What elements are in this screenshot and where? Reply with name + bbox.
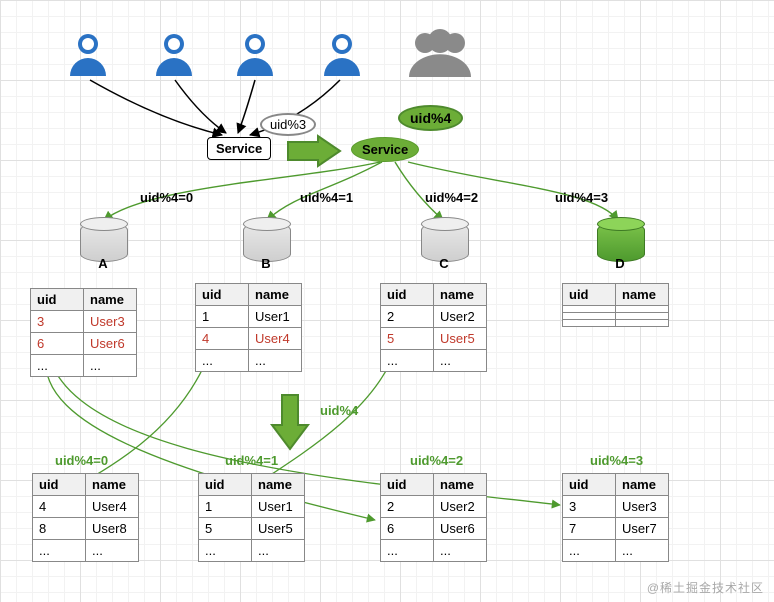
- db-b-label: B: [243, 256, 289, 271]
- col-uid: uid: [563, 284, 616, 306]
- edge-uid4-2: uid%4=2: [425, 190, 478, 205]
- table-row: 2User2: [381, 306, 487, 328]
- col-uid: uid: [563, 474, 616, 496]
- edge-uid4-1: uid%4=1: [300, 190, 353, 205]
- table-c: uidname2User25User5......: [380, 283, 487, 372]
- group-icon: [405, 25, 475, 83]
- bottom-edge-1: uid%4=1: [225, 453, 278, 468]
- table-shard3: uidname3User37User7......: [562, 473, 669, 562]
- table-row: 5User5: [381, 328, 487, 350]
- edge-uid4-3: uid%4=3: [555, 190, 608, 205]
- table-d: uidname: [562, 283, 669, 327]
- table-row: [563, 313, 669, 320]
- table-row: ......: [196, 350, 302, 372]
- col-name: name: [86, 474, 139, 496]
- col-uid: uid: [31, 289, 84, 311]
- col-name: name: [616, 284, 669, 306]
- table-row: ......: [381, 540, 487, 562]
- table-b: uidname1User14User4......: [195, 283, 302, 372]
- table-row: ......: [199, 540, 305, 562]
- bottom-edge-2: uid%4=2: [410, 453, 463, 468]
- user-icon: [64, 30, 112, 81]
- table-row: 6User6: [381, 518, 487, 540]
- watermark: @稀土掘金技术社区: [647, 579, 764, 596]
- table-row: [563, 320, 669, 327]
- col-uid: uid: [33, 474, 86, 496]
- db-c-label: C: [421, 256, 467, 271]
- db-d-label: D: [597, 256, 643, 271]
- db-b-icon: B: [243, 222, 289, 262]
- db-a-icon: A: [80, 222, 126, 262]
- col-uid: uid: [381, 474, 434, 496]
- edge-uid4-0: uid%4=0: [140, 190, 193, 205]
- col-name: name: [249, 284, 302, 306]
- table-row: 8User8: [33, 518, 139, 540]
- table-row: 4User4: [33, 496, 139, 518]
- col-name: name: [84, 289, 137, 311]
- table-shard2: uidname2User26User6......: [380, 473, 487, 562]
- user-icon: [150, 30, 198, 81]
- table-a: uidname3User36User6......: [30, 288, 137, 377]
- table-row: ......: [563, 540, 669, 562]
- diagram-canvas: Service uid%3 Service uid%4 uid%4=0 uid%…: [0, 0, 774, 602]
- service-2: Service: [351, 137, 419, 162]
- table-row: 7User7: [563, 518, 669, 540]
- table-row: 5User5: [199, 518, 305, 540]
- db-c-icon: C: [421, 222, 467, 262]
- col-name: name: [616, 474, 669, 496]
- hash-bubble-1-text: uid%3: [270, 117, 306, 132]
- table-row: 4User4: [196, 328, 302, 350]
- service-1-label: Service: [216, 141, 262, 156]
- db-a-label: A: [80, 256, 126, 271]
- col-uid: uid: [196, 284, 249, 306]
- table-row: 6User6: [31, 333, 137, 355]
- service-1: Service: [207, 137, 271, 160]
- table-row: 1User1: [199, 496, 305, 518]
- col-uid: uid: [381, 284, 434, 306]
- user-icon: [231, 30, 279, 81]
- table-row: 3User3: [563, 496, 669, 518]
- hash-bubble-2: uid%4: [398, 105, 463, 131]
- bottom-edge-0: uid%4=0: [55, 453, 108, 468]
- table-row: ......: [31, 355, 137, 377]
- col-name: name: [434, 474, 487, 496]
- col-uid: uid: [199, 474, 252, 496]
- table-row: ......: [33, 540, 139, 562]
- transition-arrow: [286, 134, 344, 171]
- db-d-icon: D: [597, 222, 643, 262]
- table-row: 1User1: [196, 306, 302, 328]
- hash-bubble-2-text: uid%4: [410, 110, 451, 126]
- user-icon: [318, 30, 366, 81]
- service-2-label: Service: [362, 142, 408, 157]
- col-name: name: [434, 284, 487, 306]
- bottom-edge-3: uid%4=3: [590, 453, 643, 468]
- table-row: 3User3: [31, 311, 137, 333]
- table-shard1: uidname1User15User5......: [198, 473, 305, 562]
- table-shard0: uidname4User48User8......: [32, 473, 139, 562]
- hash-bubble-1: uid%3: [260, 113, 316, 136]
- rehash-label: uid%4: [320, 403, 358, 418]
- table-row: [563, 306, 669, 313]
- table-row: 2User2: [381, 496, 487, 518]
- col-name: name: [252, 474, 305, 496]
- rehash-arrow: [270, 393, 310, 454]
- table-row: ......: [381, 350, 487, 372]
